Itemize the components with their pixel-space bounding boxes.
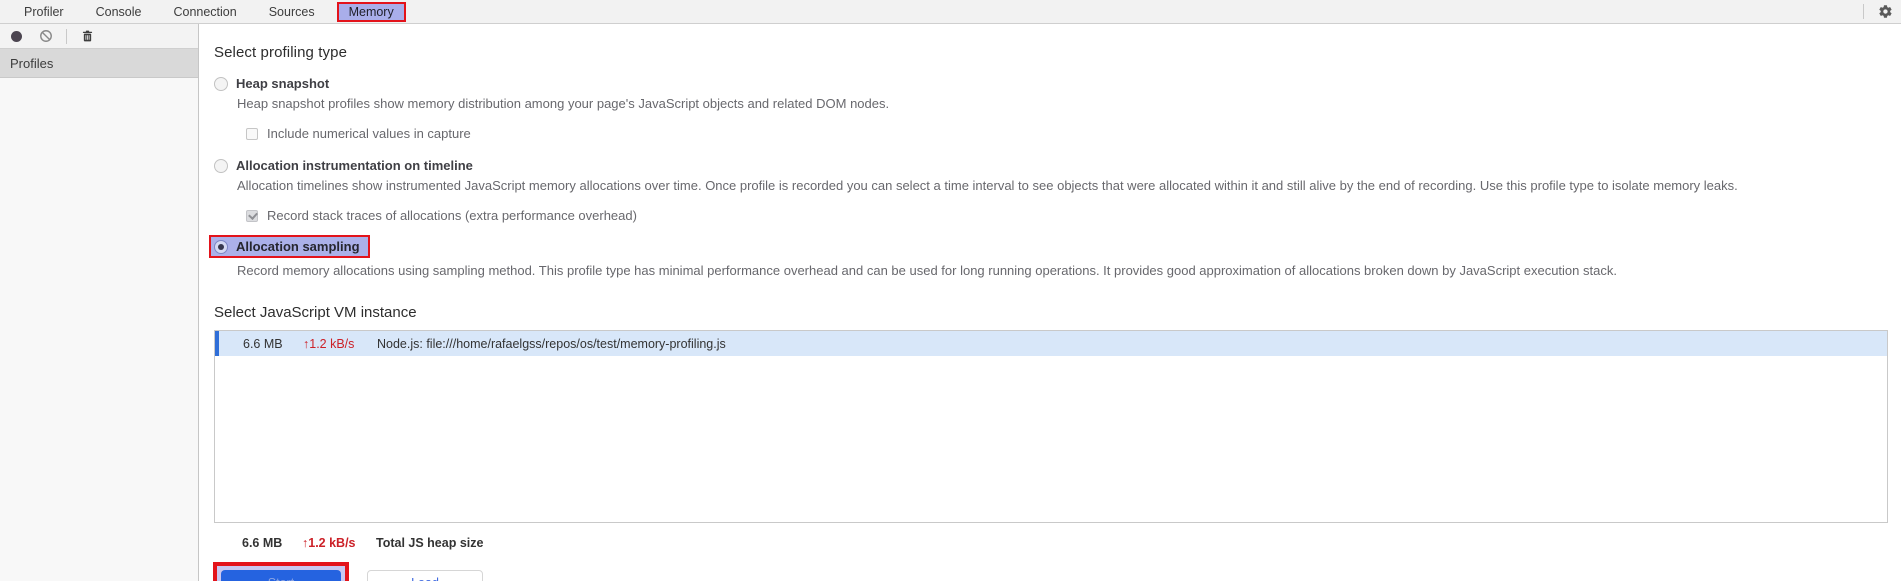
radio-heap-snapshot[interactable]: Heap snapshot — [214, 76, 1888, 91]
tab-profiler[interactable]: Profiler — [18, 2, 70, 22]
memory-panel-toolbar — [0, 24, 198, 49]
memory-launch-panel: Select profiling type Heap snapshot Heap… — [199, 24, 1901, 581]
tabbar-separator — [1863, 4, 1864, 19]
devtools-tabbar: Profiler Console Connection Sources Memo… — [0, 0, 1901, 24]
checkbox-label: Record stack traces of allocations (extr… — [267, 208, 637, 223]
tab-sources[interactable]: Sources — [263, 2, 321, 22]
checkbox-include-numerical-values[interactable]: Include numerical values in capture — [246, 126, 1888, 141]
checkbox-record-stack-traces: Record stack traces of allocations (extr… — [246, 208, 1888, 223]
heap-snapshot-description: Heap snapshot profiles show memory distr… — [237, 96, 890, 111]
load-button[interactable]: Load — [367, 570, 483, 581]
clear-all-profiles-icon[interactable] — [38, 28, 54, 44]
checkbox-icon — [246, 209, 258, 222]
radio-button-icon[interactable] — [214, 158, 228, 173]
checkbox-label: Include numerical values in capture — [267, 126, 471, 141]
tab-console[interactable]: Console — [90, 2, 148, 22]
radio-label: Allocation sampling — [236, 239, 360, 254]
vm-instance-list: 6.6 MB ↑1.2 kB/s Node.js: file:///home/r… — [214, 330, 1888, 523]
start-button-annotation-box: Start — [213, 562, 349, 581]
allocation-timeline-description: Allocation timelines show instrumented J… — [237, 178, 1738, 193]
tab-connection[interactable]: Connection — [167, 2, 242, 22]
radio-button-icon[interactable] — [214, 239, 228, 254]
total-heap-memory: 6.6 MB — [242, 536, 283, 550]
start-button[interactable]: Start — [221, 570, 341, 581]
vm-instance-name: Node.js: file:///home/rafaelgss/repos/os… — [377, 336, 726, 351]
radio-allocation-sampling-annotated[interactable]: Allocation sampling — [209, 235, 370, 258]
sidebar-item-profiles[interactable]: Profiles — [0, 49, 198, 78]
profiles-header-label: Profiles — [10, 55, 54, 71]
total-heap-rate: ↑1.2 kB/s — [302, 536, 356, 550]
vm-instance-heading: Select JavaScript VM instance — [214, 304, 417, 321]
radio-label: Allocation instrumentation on timeline — [236, 158, 473, 173]
radio-button-icon[interactable] — [214, 76, 228, 91]
radio-allocation-timeline[interactable]: Allocation instrumentation on timeline — [214, 158, 1888, 173]
toolbar-separator — [66, 28, 67, 44]
profiling-type-heading: Select profiling type — [214, 44, 348, 61]
vm-memory-value: 6.6 MB — [243, 336, 283, 351]
tab-memory[interactable]: Memory — [336, 1, 406, 22]
vm-allocation-rate: ↑1.2 kB/s — [303, 336, 355, 351]
tabbar-right-group — [1863, 4, 1893, 19]
action-buttons: Start Load — [213, 562, 1888, 581]
total-heap-label: Total JS heap size — [376, 536, 484, 550]
total-heap-summary: 6.6 MB ↑1.2 kB/s Total JS heap size — [214, 536, 1888, 550]
allocation-sampling-description: Record memory allocations using sampling… — [237, 263, 1617, 278]
vm-instance-row[interactable]: 6.6 MB ↑1.2 kB/s Node.js: file:///home/r… — [215, 331, 1887, 356]
radio-label: Heap snapshot — [236, 76, 330, 91]
settings-gear-icon[interactable] — [1878, 4, 1893, 19]
delete-profile-icon[interactable] — [79, 28, 95, 44]
checkbox-icon[interactable] — [246, 127, 258, 140]
profiles-sidebar: Profiles — [0, 24, 199, 581]
record-profile-icon[interactable] — [8, 28, 24, 44]
